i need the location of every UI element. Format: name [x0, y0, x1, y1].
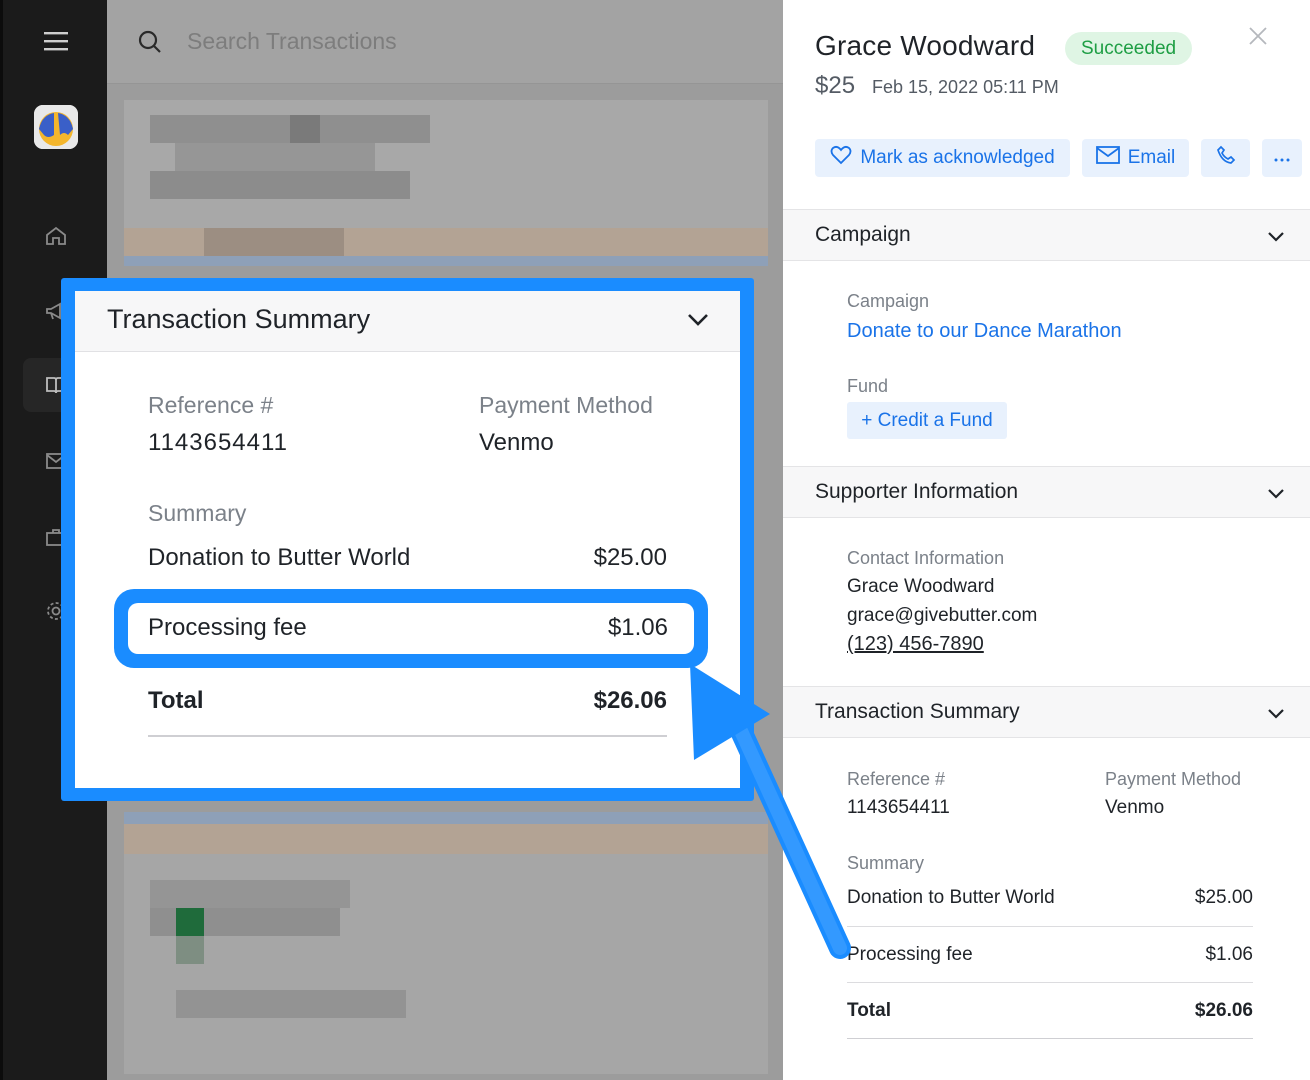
envelope-icon — [1095, 146, 1120, 170]
reference-label: Reference # — [847, 769, 946, 789]
payment-method-value: Venmo — [1105, 797, 1165, 818]
zoom-summary-header: Transaction Summary — [75, 291, 740, 352]
donation-line-label: Donation to Butter World — [847, 887, 1055, 908]
zoom-payment-label: Payment Method — [479, 392, 653, 418]
contact-info-label: Contact Information — [847, 548, 1005, 568]
contact-name: Grace Woodward — [847, 576, 995, 597]
summary-label: Summary — [847, 853, 925, 873]
mark-acknowledged-label: Mark as acknowledged — [860, 147, 1055, 168]
search-input[interactable]: Search Transactions — [187, 28, 397, 55]
contact-email[interactable]: grace@givebutter.com — [847, 605, 1037, 627]
phone-icon — [1216, 145, 1236, 171]
transaction-detail-panel: Grace Woodward Succeeded $25 Feb 15, 202… — [783, 0, 1310, 1080]
org-logo[interactable] — [34, 105, 78, 149]
zoom-reference-label: Reference # — [148, 392, 274, 418]
campaign-section-title: Campaign — [815, 223, 911, 246]
menu-icon[interactable] — [41, 26, 71, 56]
processing-fee-value: $1.06 — [1205, 944, 1253, 965]
zoom-donation-label: Donation to Butter World — [148, 544, 411, 571]
processing-fee-highlight: Processing fee $1.06 — [128, 603, 694, 654]
chevron-down-icon — [1267, 487, 1285, 505]
email-button-label: Email — [1127, 147, 1176, 168]
divider — [847, 1038, 1253, 1039]
zoom-reference-value: 1143654411 — [148, 429, 288, 456]
zoom-fee-label: Processing fee — [148, 614, 307, 641]
total-label: Total — [847, 1000, 891, 1021]
chevron-down-icon — [1267, 707, 1285, 725]
zoom-callout-transaction-summary: Transaction Summary Reference # 11436544… — [75, 291, 740, 788]
total-value: $26.06 — [1194, 1000, 1253, 1021]
campaign-label: Campaign — [847, 291, 930, 311]
payment-method-label: Payment Method — [1105, 769, 1242, 789]
fund-label: Fund — [847, 376, 889, 396]
supporter-name-heading: Grace Woodward — [815, 30, 1036, 61]
mark-acknowledged-button[interactable]: Mark as acknowledged — [815, 139, 1070, 177]
credit-fund-button[interactable]: + Credit a Fund — [847, 402, 1007, 439]
transaction-amount: $25 — [815, 72, 856, 99]
zoom-summary-title: Transaction Summary — [107, 304, 371, 334]
phone-button[interactable] — [1201, 139, 1250, 177]
close-icon[interactable] — [1246, 24, 1270, 48]
more-options-button[interactable] — [1262, 139, 1302, 177]
transaction-summary-section-title: Transaction Summary — [815, 700, 1020, 723]
transaction-datetime: Feb 15, 2022 05:11 PM — [872, 77, 1059, 97]
transaction-summary-section-header[interactable]: Transaction Summary — [783, 686, 1310, 738]
zoom-payment-value: Venmo — [479, 429, 554, 456]
zoom-summary-label: Summary — [148, 500, 247, 526]
ellipsis-icon — [1274, 147, 1290, 169]
reference-value: 1143654411 — [847, 797, 950, 818]
zoom-donation-value: $25.00 — [593, 544, 667, 571]
chevron-down-icon — [1267, 230, 1285, 248]
home-icon[interactable] — [41, 221, 71, 251]
supporter-section-header[interactable]: Supporter Information — [783, 466, 1310, 518]
status-badge: Succeeded — [1065, 32, 1193, 65]
zoom-total-value: $26.06 — [593, 687, 667, 714]
supporter-section-title: Supporter Information — [815, 480, 1019, 503]
heart-icon — [830, 145, 852, 171]
zoom-fee-value: $1.06 — [607, 614, 668, 641]
divider — [847, 982, 1253, 983]
donation-line-value: $25.00 — [1194, 887, 1253, 908]
zoom-total-label: Total — [148, 687, 204, 714]
search-icon — [137, 29, 163, 60]
divider — [148, 735, 667, 737]
campaign-section-header[interactable]: Campaign — [783, 209, 1310, 261]
campaign-link[interactable]: Donate to our Dance Marathon — [847, 320, 1122, 343]
divider — [847, 926, 1253, 927]
chevron-down-icon — [687, 313, 709, 332]
email-button[interactable]: Email — [1082, 139, 1189, 177]
contact-phone[interactable]: (123) 456-7890 — [847, 633, 984, 656]
search-bar[interactable]: Search Transactions — [107, 0, 783, 84]
processing-fee-label: Processing fee — [847, 944, 973, 965]
